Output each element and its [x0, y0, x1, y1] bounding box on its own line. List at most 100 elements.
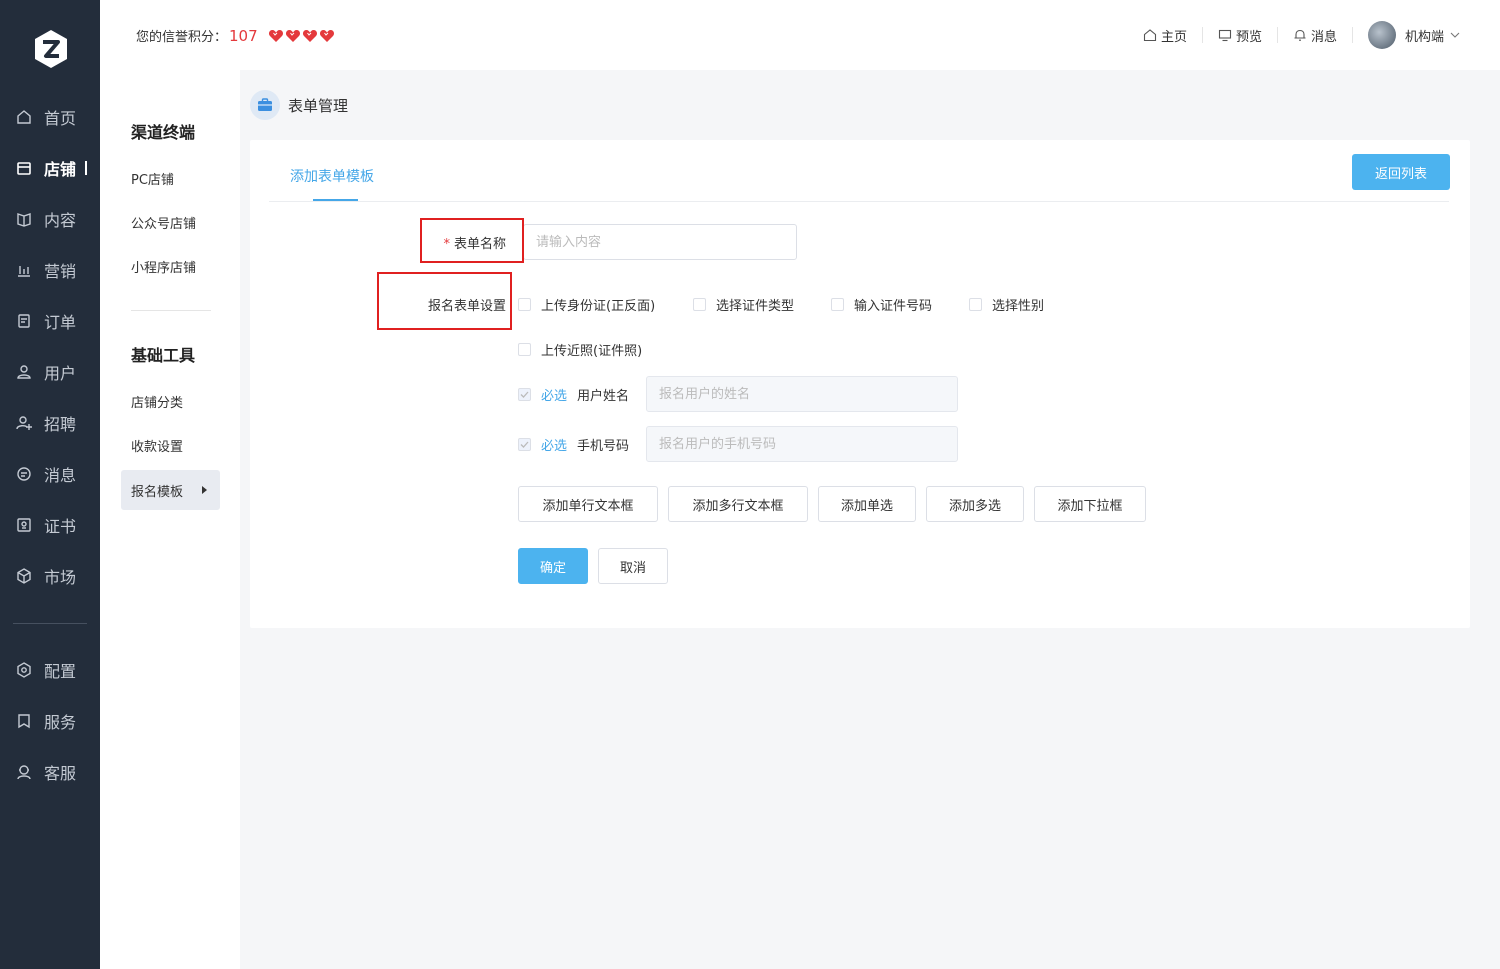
add-multi-choice-button[interactable]: 添加多选 [926, 486, 1024, 522]
submenu-group-title: 基础工具 [131, 346, 196, 365]
nav-item-users[interactable]: 用户 [0, 352, 100, 392]
order-icon [15, 312, 33, 330]
main-sidebar: 首页 店铺 内容 营销 订单 用户 招聘 消息 证书 市场 配置 服务 客服 [0, 0, 100, 969]
cancel-button[interactable]: 取消 [598, 548, 668, 584]
option-upload-id-card[interactable]: 上传身份证(正反面) [518, 295, 655, 314]
submenu-item-signup-template[interactable]: 报名模板 [121, 470, 220, 510]
logo-icon[interactable] [31, 28, 71, 70]
nav-item-market[interactable]: 市场 [0, 556, 100, 596]
nav-item-label: 消息 [44, 466, 77, 485]
form-name-input[interactable] [523, 224, 797, 260]
add-dropdown-button[interactable]: 添加下拉框 [1034, 486, 1146, 522]
book-icon [15, 210, 33, 228]
credit-hearts [268, 29, 335, 43]
back-to-list-button[interactable]: 返回列表 [1352, 154, 1450, 190]
tab-add-form-template[interactable]: 添加表单模板 [290, 166, 374, 186]
submenu-item-store-category[interactable]: 店铺分类 [121, 381, 220, 421]
certificate-icon [15, 516, 33, 534]
add-single-choice-button[interactable]: 添加单选 [818, 486, 916, 522]
submenu-group-title: 渠道终端 [131, 123, 196, 142]
checkbox[interactable] [969, 298, 982, 311]
breadcrumb: 表单管理 [250, 90, 348, 120]
checkbox-checked [518, 438, 531, 451]
option-upload-photo[interactable]: 上传近照(证件照) [518, 340, 642, 359]
nav-item-label: 服务 [44, 713, 77, 732]
nav-item-config[interactable]: 配置 [0, 650, 100, 690]
fixed-field-phone: 必选 手机号码 [518, 435, 629, 454]
market-icon [15, 567, 33, 585]
recruit-icon [15, 414, 33, 432]
checkbox[interactable] [518, 298, 531, 311]
top-link-label: 主页 [1160, 29, 1187, 45]
heart-icon [268, 29, 283, 42]
top-link-home[interactable]: 主页 [1128, 26, 1202, 45]
option-select-gender[interactable]: 选择性别 [969, 295, 1044, 314]
nav-item-label: 招聘 [44, 415, 77, 434]
nav-item-label: 内容 [44, 211, 77, 230]
gear-icon [15, 661, 33, 679]
confirm-button[interactable]: 确定 [518, 548, 588, 584]
add-multi-line-text-button[interactable]: 添加多行文本框 [668, 486, 808, 522]
nav-divider [13, 623, 87, 624]
nav-item-store[interactable]: 店铺 [0, 148, 100, 188]
briefcase-icon [250, 90, 280, 120]
message-icon [15, 465, 33, 483]
nav-item-service[interactable]: 服务 [0, 701, 100, 741]
checkbox[interactable] [518, 343, 531, 356]
submenu-item-pc-store[interactable]: PC店铺 [121, 158, 220, 198]
bookmark-icon [15, 712, 33, 730]
user-menu[interactable]: 机构端 [1353, 21, 1464, 49]
nav-item-support[interactable]: 客服 [0, 752, 100, 792]
heart-icon [285, 29, 300, 42]
credit-label: 您的信誉积分： [136, 30, 228, 45]
bell-icon [1294, 29, 1306, 41]
nav-item-label: 证书 [44, 517, 77, 536]
fixed-field-user-name: 必选 用户姓名 [518, 385, 629, 404]
required-tag: 必选 [541, 439, 568, 454]
top-bar: 您的信誉积分： 107 主页 预览 消息 机构端 [100, 0, 1500, 70]
nav-item-home[interactable]: 首页 [0, 97, 100, 137]
heart-icon [302, 29, 317, 42]
nav-item-certificate[interactable]: 证书 [0, 505, 100, 545]
option-label: 选择证件类型 [716, 299, 795, 314]
required-tag: 必选 [541, 389, 568, 404]
chevron-down-icon [1450, 32, 1460, 38]
secondary-menu: 渠道终端 PC店铺 公众号店铺 小程序店铺 基础工具 店铺分类 收款设置 报名模… [100, 70, 240, 969]
option-label: 上传近照(证件照) [541, 344, 643, 359]
nav-item-recruit[interactable]: 招聘 [0, 403, 100, 443]
phone-input [646, 426, 958, 462]
nav-item-messages[interactable]: 消息 [0, 454, 100, 494]
credit-score-value: 107 [229, 26, 258, 45]
nav-item-marketing[interactable]: 营销 [0, 250, 100, 290]
page-title: 表单管理 [288, 96, 349, 115]
checkbox-checked [518, 388, 531, 401]
avatar [1367, 21, 1396, 49]
nav-item-label: 用户 [44, 364, 77, 383]
add-single-line-text-button[interactable]: 添加单行文本框 [518, 486, 658, 522]
submenu-item-payment-settings[interactable]: 收款设置 [121, 425, 220, 465]
nav-item-label: 配置 [44, 662, 77, 681]
divider [131, 310, 211, 311]
nav-item-label: 订单 [44, 313, 77, 332]
submenu-item-official-account-store[interactable]: 公众号店铺 [121, 202, 220, 242]
nav-item-label: 首页 [44, 109, 77, 128]
home-icon [15, 108, 33, 126]
checkbox[interactable] [831, 298, 844, 311]
nav-item-label: 客服 [44, 764, 77, 783]
top-link-label: 预览 [1235, 29, 1262, 45]
nav-item-label: 店铺 [44, 160, 77, 179]
submenu-item-mini-program-store[interactable]: 小程序店铺 [121, 246, 220, 286]
checkbox[interactable] [693, 298, 706, 311]
nav-item-label: 营销 [44, 262, 77, 281]
chart-icon [15, 261, 33, 279]
option-label: 输入证件号码 [854, 299, 933, 314]
nav-item-content[interactable]: 内容 [0, 199, 100, 239]
nav-item-orders[interactable]: 订单 [0, 301, 100, 341]
heart-icon [319, 29, 334, 42]
form-card: 添加表单模板 返回列表 *表单名称 报名表单设置 上传身份证(正反面) 选择证件… [250, 140, 1470, 628]
option-select-id-type[interactable]: 选择证件类型 [693, 295, 794, 314]
top-link-messages[interactable]: 消息 [1278, 26, 1352, 45]
option-input-id-number[interactable]: 输入证件号码 [831, 295, 932, 314]
top-links: 主页 预览 消息 机构端 [1128, 21, 1464, 49]
top-link-preview[interactable]: 预览 [1203, 26, 1277, 45]
